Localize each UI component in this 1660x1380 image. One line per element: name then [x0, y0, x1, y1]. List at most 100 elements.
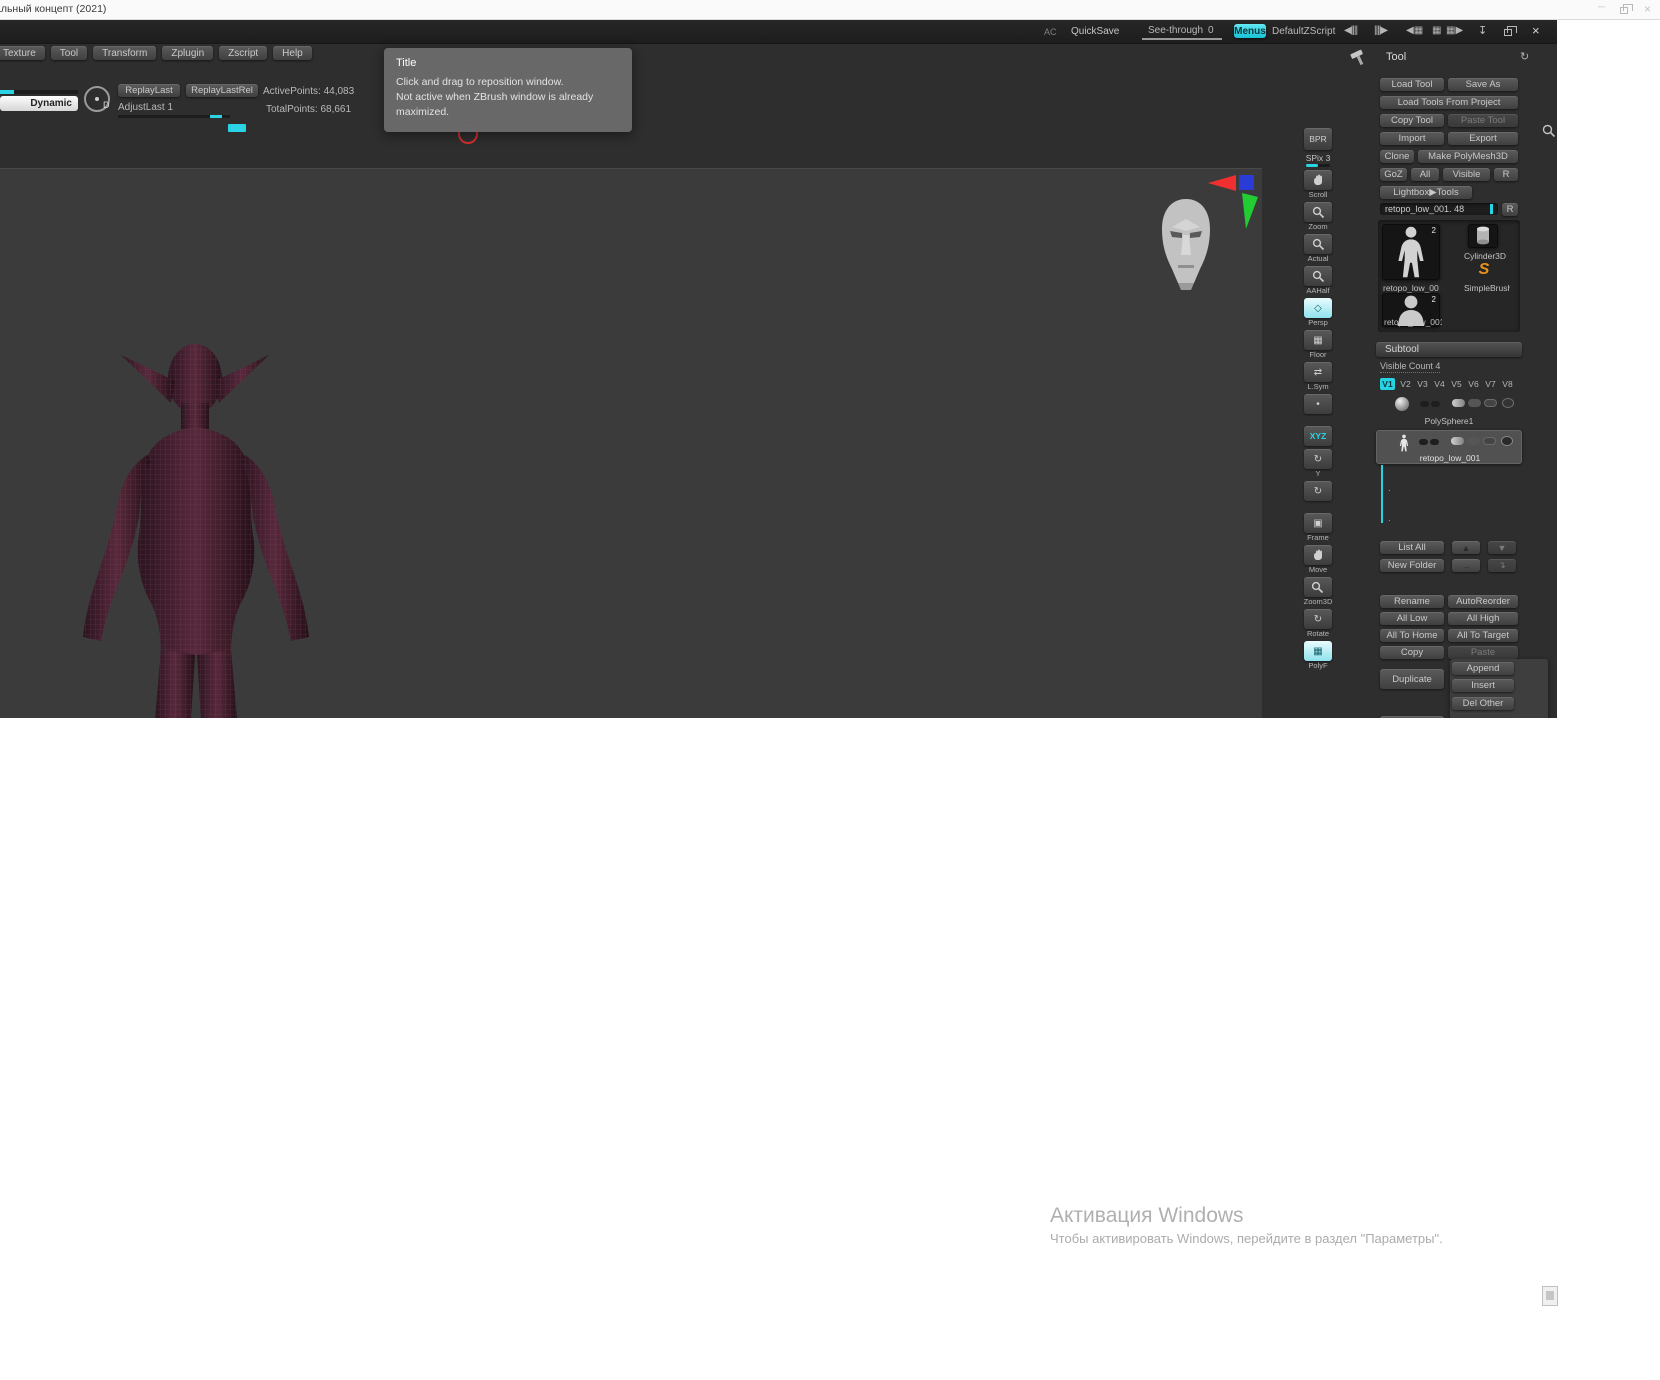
floor-button[interactable]: ▦ Floor	[1304, 330, 1332, 359]
dock-left-icon[interactable]: ◀▦	[1406, 25, 1423, 36]
move-down-button[interactable]: ▼	[1488, 541, 1516, 554]
tool-r-button[interactable]: R	[1502, 203, 1518, 216]
copy-subtool-button[interactable]: Copy	[1380, 646, 1444, 659]
move-up-button[interactable]: ▲	[1452, 541, 1480, 554]
draw-size-slider[interactable]	[0, 90, 78, 94]
scrub-forward-icon[interactable]: ||||▶	[1374, 25, 1388, 36]
goz-visible-button[interactable]: Visible	[1443, 168, 1490, 181]
eye-toggle-icon[interactable]	[1501, 436, 1513, 446]
subtool-tab-v2[interactable]: V2	[1398, 378, 1413, 390]
subtool-tab-v6[interactable]: V6	[1466, 378, 1481, 390]
menu-texture[interactable]: Texture	[0, 46, 45, 60]
delete-button[interactable]: Delete	[1380, 716, 1444, 718]
subtool-tab-v5[interactable]: V5	[1449, 378, 1464, 390]
scroll-button[interactable]: Scroll	[1304, 170, 1332, 199]
load-tool-button[interactable]: Load Tool	[1380, 78, 1444, 91]
viewport-canvas[interactable]	[0, 168, 1262, 718]
timeline-marker[interactable]	[228, 124, 246, 132]
menu-zplugin[interactable]: Zplugin	[162, 46, 214, 60]
all-to-home-button[interactable]: All To Home	[1380, 629, 1444, 642]
rotate-button[interactable]: ↻ Rotate	[1304, 609, 1332, 638]
bpr-button[interactable]: BPR	[1304, 128, 1332, 150]
adjust-last-label[interactable]: AdjustLast 1	[118, 102, 173, 113]
zoom-button[interactable]: Zoom	[1304, 202, 1332, 231]
transp-button[interactable]: •	[1304, 394, 1332, 423]
goz-button[interactable]: GoZ	[1380, 168, 1407, 181]
see-through-slider[interactable]	[1142, 38, 1222, 40]
host-close-icon[interactable]: ×	[1644, 2, 1651, 16]
save-as-button[interactable]: Save As	[1448, 78, 1518, 91]
visible-count-label[interactable]: Visible Count 4	[1380, 361, 1441, 373]
paint-toggle-icon[interactable]	[1431, 401, 1440, 407]
new-folder-button[interactable]: New Folder	[1380, 559, 1444, 572]
quicksave-button[interactable]: QuickSave	[1071, 26, 1119, 37]
subtool-section-header[interactable]: Subtool	[1376, 342, 1522, 357]
subtool-row-polysphere[interactable]: PolySphere1	[1376, 394, 1522, 426]
subtool-tab-v8[interactable]: V8	[1500, 378, 1515, 390]
sculpt-model[interactable]	[55, 339, 335, 718]
zoom3d-button[interactable]: Zoom3D	[1304, 577, 1332, 606]
all-low-button[interactable]: All Low	[1380, 612, 1444, 625]
subtool-tab-v1[interactable]: V1	[1380, 378, 1395, 390]
all-high-button[interactable]: All High	[1448, 612, 1518, 625]
autoreorder-button[interactable]: AutoReorder	[1448, 595, 1518, 608]
import-button[interactable]: Import	[1380, 132, 1444, 145]
aahalf-button[interactable]: AAHalf	[1304, 266, 1332, 295]
scrollbar-thumb[interactable]	[1546, 1291, 1554, 1300]
adjust-last-slider[interactable]	[118, 115, 230, 118]
axis-gizmo[interactable]	[1206, 173, 1262, 231]
visibility-toggle-icon[interactable]	[1451, 437, 1464, 445]
all-to-target-button[interactable]: All To Target	[1448, 629, 1518, 642]
host-minimize-icon[interactable]: ─	[1598, 2, 1605, 13]
paint-toggle-icon[interactable]	[1420, 401, 1429, 407]
mask-toggle-icon[interactable]	[1484, 399, 1497, 407]
zbrush-close-icon[interactable]: ×	[1532, 23, 1540, 38]
default-zscript-label[interactable]: DefaultZScript	[1272, 26, 1335, 37]
paint-toggle-icon[interactable]	[1419, 439, 1428, 445]
host-restore-icon[interactable]	[1620, 4, 1633, 14]
eye-toggle-icon[interactable]	[1502, 398, 1514, 408]
visibility-toggle-icon[interactable]	[1452, 399, 1465, 407]
lightbox-tools-button[interactable]: Lightbox▶Tools	[1380, 186, 1472, 199]
brush-toggle-icon[interactable]	[1468, 399, 1481, 407]
move-button[interactable]: Move	[1304, 545, 1332, 574]
menus-toggle-button[interactable]: Menus	[1234, 24, 1266, 38]
lsym-button[interactable]: ⇄ L.Sym	[1304, 362, 1332, 391]
dock-grid-icon[interactable]: ▦	[1432, 25, 1441, 36]
scrollbar-fragment[interactable]	[1542, 1286, 1558, 1306]
copy-tool-button[interactable]: Copy Tool	[1380, 114, 1444, 127]
rename-button[interactable]: Rename	[1380, 595, 1444, 608]
list-all-button[interactable]: List All	[1380, 541, 1444, 554]
subtool-tab-v7[interactable]: V7	[1483, 378, 1498, 390]
insert-button[interactable]: Insert	[1452, 679, 1514, 692]
active-tool-slider[interactable]: retopo_low_001. 48	[1380, 203, 1498, 215]
brush-toggle-icon[interactable]	[1467, 437, 1480, 445]
append-button[interactable]: Append	[1452, 662, 1514, 675]
menu-zscript[interactable]: Zscript	[219, 46, 268, 60]
replay-last-rel-button[interactable]: ReplayLastRel	[186, 84, 258, 97]
frame-button[interactable]: ▣ Frame	[1304, 513, 1332, 542]
actual-button[interactable]: Actual	[1304, 234, 1332, 263]
make-polymesh3d-button[interactable]: Make PolyMesh3D	[1418, 150, 1518, 163]
spix-control[interactable]: SPix 3	[1306, 153, 1330, 167]
move-into-button[interactable]: ↴	[1488, 559, 1516, 572]
goz-all-button[interactable]: All	[1411, 168, 1439, 181]
polyf-button[interactable]: ▦ PolyF	[1304, 641, 1332, 670]
dock-right-icon[interactable]: ▦▶	[1446, 25, 1463, 36]
menu-tool[interactable]: Tool	[50, 46, 88, 60]
menu-help[interactable]: Help	[273, 46, 312, 60]
replay-last-button[interactable]: ReplayLast	[118, 84, 180, 97]
spix-slider[interactable]	[1306, 164, 1330, 167]
subtool-tab-v4[interactable]: V4	[1432, 378, 1447, 390]
duplicate-button[interactable]: Duplicate	[1380, 669, 1444, 689]
dock-window-icon[interactable]: ↧	[1478, 24, 1487, 37]
subtool-row-retopo-selected[interactable]: retopo_low_001	[1376, 430, 1522, 464]
move-to-folder-button[interactable]: →	[1452, 559, 1480, 572]
subtool-tab-v3[interactable]: V3	[1415, 378, 1430, 390]
persp-button[interactable]: ◇ Persp	[1304, 298, 1332, 327]
export-button[interactable]: Export	[1448, 132, 1518, 145]
cylinder3d-thumbnail[interactable]	[1468, 224, 1498, 248]
active-tool-thumbnail[interactable]: 2	[1382, 224, 1440, 280]
goz-r-button[interactable]: R	[1494, 168, 1518, 181]
z-rotate-button[interactable]: ↻	[1304, 481, 1332, 510]
